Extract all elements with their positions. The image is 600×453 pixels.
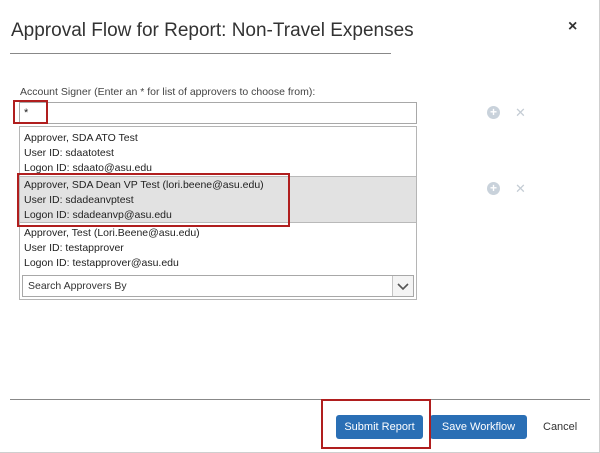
submit-report-button[interactable]: Submit Report [336,415,423,439]
approver-logon-id: Logon ID: sdadeanvp@asu.edu [24,209,172,221]
footer-divider [10,399,590,400]
account-signer-input[interactable] [19,102,417,124]
approver-dropdown-list: Approver, SDA ATO Test User ID: sdaatote… [19,126,417,300]
approver-name: Approver, SDA ATO Test [24,132,138,144]
chevron-down-icon[interactable] [392,276,413,296]
remove-x-icon[interactable]: ✕ [515,106,526,119]
add-circle-icon[interactable]: + [487,106,500,119]
approver-logon-id: Logon ID: testapprover@asu.edu [24,257,179,269]
approver-option-2[interactable]: Approver, Test (Lori.Beene@asu.edu) User… [20,226,416,271]
approver-user-id: User ID: sdadeanvptest [24,194,134,206]
approver-logon-id: Logon ID: sdaato@asu.edu [24,162,152,174]
account-signer-label: Account Signer (Enter an * for list of a… [20,86,316,98]
title-divider [10,53,391,54]
approver-option-1[interactable]: Approver, SDA Dean VP Test (lori.beene@a… [20,176,416,223]
approver-name: Approver, Test (Lori.Beene@asu.edu) [24,227,200,239]
approver-user-id: User ID: sdaatotest [24,147,114,159]
add-circle-icon[interactable]: + [487,182,500,195]
approver-option-0[interactable]: Approver, SDA ATO Test User ID: sdaatote… [20,131,416,176]
remove-x-icon[interactable]: ✕ [515,182,526,195]
approval-flow-dialog: Approval Flow for Report: Non-Travel Exp… [0,0,600,453]
close-icon[interactable]: × [568,18,577,36]
approver-name: Approver, SDA Dean VP Test (lori.beene@a… [24,179,264,191]
search-approvers-by-select[interactable]: Search Approvers By [22,275,414,297]
search-approvers-by-label: Search Approvers By [28,280,127,292]
cancel-link[interactable]: Cancel [543,421,577,433]
approver-user-id: User ID: testapprover [24,242,124,254]
dialog-title: Approval Flow for Report: Non-Travel Exp… [11,20,414,41]
save-workflow-button[interactable]: Save Workflow [430,415,527,439]
